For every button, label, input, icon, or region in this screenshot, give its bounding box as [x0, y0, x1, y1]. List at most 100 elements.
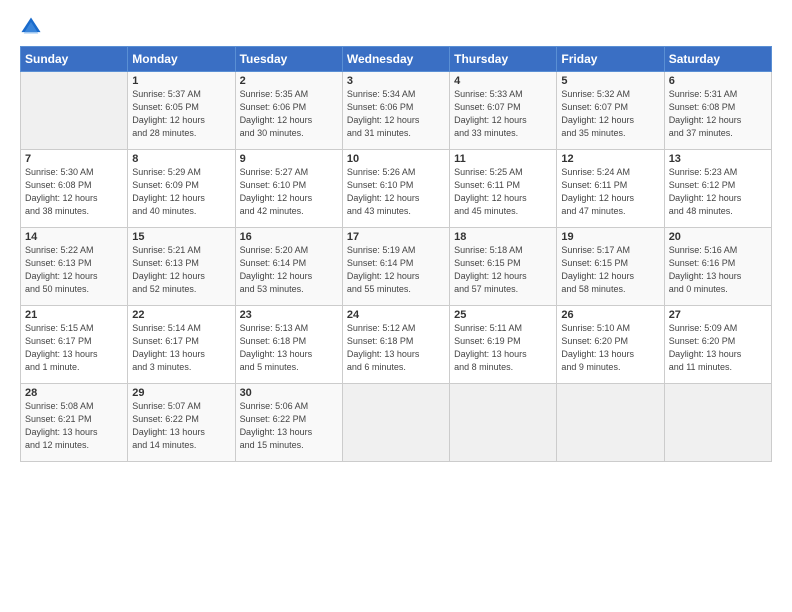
calendar-cell: 12Sunrise: 5:24 AM Sunset: 6:11 PM Dayli… — [557, 150, 664, 228]
day-number: 16 — [240, 231, 338, 243]
day-number: 8 — [132, 153, 230, 165]
calendar-cell: 25Sunrise: 5:11 AM Sunset: 6:19 PM Dayli… — [450, 306, 557, 384]
calendar-cell: 7Sunrise: 5:30 AM Sunset: 6:08 PM Daylig… — [21, 150, 128, 228]
cell-info: Sunrise: 5:24 AM Sunset: 6:11 PM Dayligh… — [561, 166, 659, 218]
cell-info: Sunrise: 5:08 AM Sunset: 6:21 PM Dayligh… — [25, 400, 123, 452]
day-number: 30 — [240, 387, 338, 399]
calendar-cell: 10Sunrise: 5:26 AM Sunset: 6:10 PM Dayli… — [342, 150, 449, 228]
calendar-cell — [450, 384, 557, 462]
calendar-cell: 9Sunrise: 5:27 AM Sunset: 6:10 PM Daylig… — [235, 150, 342, 228]
day-number: 24 — [347, 309, 445, 321]
cell-info: Sunrise: 5:31 AM Sunset: 6:08 PM Dayligh… — [669, 88, 767, 140]
day-number: 2 — [240, 75, 338, 87]
header-day: Tuesday — [235, 47, 342, 72]
day-number: 25 — [454, 309, 552, 321]
calendar-cell: 3Sunrise: 5:34 AM Sunset: 6:06 PM Daylig… — [342, 72, 449, 150]
cell-info: Sunrise: 5:06 AM Sunset: 6:22 PM Dayligh… — [240, 400, 338, 452]
header-day: Wednesday — [342, 47, 449, 72]
header-day: Friday — [557, 47, 664, 72]
cell-info: Sunrise: 5:17 AM Sunset: 6:15 PM Dayligh… — [561, 244, 659, 296]
calendar-cell: 30Sunrise: 5:06 AM Sunset: 6:22 PM Dayli… — [235, 384, 342, 462]
calendar-cell — [21, 72, 128, 150]
cell-info: Sunrise: 5:19 AM Sunset: 6:14 PM Dayligh… — [347, 244, 445, 296]
day-number: 28 — [25, 387, 123, 399]
cell-info: Sunrise: 5:11 AM Sunset: 6:19 PM Dayligh… — [454, 322, 552, 374]
cell-info: Sunrise: 5:32 AM Sunset: 6:07 PM Dayligh… — [561, 88, 659, 140]
day-number: 21 — [25, 309, 123, 321]
calendar-cell: 5Sunrise: 5:32 AM Sunset: 6:07 PM Daylig… — [557, 72, 664, 150]
calendar-cell: 18Sunrise: 5:18 AM Sunset: 6:15 PM Dayli… — [450, 228, 557, 306]
cell-info: Sunrise: 5:35 AM Sunset: 6:06 PM Dayligh… — [240, 88, 338, 140]
calendar-cell — [557, 384, 664, 462]
day-number: 12 — [561, 153, 659, 165]
day-number: 26 — [561, 309, 659, 321]
calendar-cell: 27Sunrise: 5:09 AM Sunset: 6:20 PM Dayli… — [664, 306, 771, 384]
cell-info: Sunrise: 5:09 AM Sunset: 6:20 PM Dayligh… — [669, 322, 767, 374]
cell-info: Sunrise: 5:16 AM Sunset: 6:16 PM Dayligh… — [669, 244, 767, 296]
cell-info: Sunrise: 5:33 AM Sunset: 6:07 PM Dayligh… — [454, 88, 552, 140]
day-number: 5 — [561, 75, 659, 87]
day-number: 18 — [454, 231, 552, 243]
day-number: 11 — [454, 153, 552, 165]
calendar-cell: 13Sunrise: 5:23 AM Sunset: 6:12 PM Dayli… — [664, 150, 771, 228]
calendar-table: SundayMondayTuesdayWednesdayThursdayFrid… — [20, 46, 772, 462]
header-day: Thursday — [450, 47, 557, 72]
day-number: 19 — [561, 231, 659, 243]
day-number: 3 — [347, 75, 445, 87]
cell-info: Sunrise: 5:27 AM Sunset: 6:10 PM Dayligh… — [240, 166, 338, 218]
header-row: SundayMondayTuesdayWednesdayThursdayFrid… — [21, 47, 772, 72]
day-number: 15 — [132, 231, 230, 243]
cell-info: Sunrise: 5:10 AM Sunset: 6:20 PM Dayligh… — [561, 322, 659, 374]
calendar-cell: 4Sunrise: 5:33 AM Sunset: 6:07 PM Daylig… — [450, 72, 557, 150]
cell-info: Sunrise: 5:20 AM Sunset: 6:14 PM Dayligh… — [240, 244, 338, 296]
day-number: 27 — [669, 309, 767, 321]
header-day: Monday — [128, 47, 235, 72]
calendar-cell: 15Sunrise: 5:21 AM Sunset: 6:13 PM Dayli… — [128, 228, 235, 306]
cell-info: Sunrise: 5:13 AM Sunset: 6:18 PM Dayligh… — [240, 322, 338, 374]
calendar-cell: 16Sunrise: 5:20 AM Sunset: 6:14 PM Dayli… — [235, 228, 342, 306]
cell-info: Sunrise: 5:15 AM Sunset: 6:17 PM Dayligh… — [25, 322, 123, 374]
calendar-cell: 14Sunrise: 5:22 AM Sunset: 6:13 PM Dayli… — [21, 228, 128, 306]
cell-info: Sunrise: 5:14 AM Sunset: 6:17 PM Dayligh… — [132, 322, 230, 374]
header-day: Sunday — [21, 47, 128, 72]
calendar-cell: 24Sunrise: 5:12 AM Sunset: 6:18 PM Dayli… — [342, 306, 449, 384]
calendar-cell — [664, 384, 771, 462]
day-number: 22 — [132, 309, 230, 321]
calendar-cell: 23Sunrise: 5:13 AM Sunset: 6:18 PM Dayli… — [235, 306, 342, 384]
calendar-week: 1Sunrise: 5:37 AM Sunset: 6:05 PM Daylig… — [21, 72, 772, 150]
day-number: 7 — [25, 153, 123, 165]
cell-info: Sunrise: 5:22 AM Sunset: 6:13 PM Dayligh… — [25, 244, 123, 296]
calendar-cell: 1Sunrise: 5:37 AM Sunset: 6:05 PM Daylig… — [128, 72, 235, 150]
calendar-cell: 19Sunrise: 5:17 AM Sunset: 6:15 PM Dayli… — [557, 228, 664, 306]
calendar-cell: 2Sunrise: 5:35 AM Sunset: 6:06 PM Daylig… — [235, 72, 342, 150]
day-number: 20 — [669, 231, 767, 243]
logo-icon — [20, 16, 42, 38]
calendar-cell: 21Sunrise: 5:15 AM Sunset: 6:17 PM Dayli… — [21, 306, 128, 384]
day-number: 13 — [669, 153, 767, 165]
cell-info: Sunrise: 5:29 AM Sunset: 6:09 PM Dayligh… — [132, 166, 230, 218]
cell-info: Sunrise: 5:21 AM Sunset: 6:13 PM Dayligh… — [132, 244, 230, 296]
calendar-week: 28Sunrise: 5:08 AM Sunset: 6:21 PM Dayli… — [21, 384, 772, 462]
calendar-cell — [342, 384, 449, 462]
calendar-cell: 29Sunrise: 5:07 AM Sunset: 6:22 PM Dayli… — [128, 384, 235, 462]
header-day: Saturday — [664, 47, 771, 72]
calendar-week: 14Sunrise: 5:22 AM Sunset: 6:13 PM Dayli… — [21, 228, 772, 306]
cell-info: Sunrise: 5:18 AM Sunset: 6:15 PM Dayligh… — [454, 244, 552, 296]
calendar-cell: 28Sunrise: 5:08 AM Sunset: 6:21 PM Dayli… — [21, 384, 128, 462]
day-number: 6 — [669, 75, 767, 87]
calendar-cell: 22Sunrise: 5:14 AM Sunset: 6:17 PM Dayli… — [128, 306, 235, 384]
calendar-cell: 17Sunrise: 5:19 AM Sunset: 6:14 PM Dayli… — [342, 228, 449, 306]
day-number: 29 — [132, 387, 230, 399]
day-number: 23 — [240, 309, 338, 321]
day-number: 9 — [240, 153, 338, 165]
day-number: 10 — [347, 153, 445, 165]
cell-info: Sunrise: 5:26 AM Sunset: 6:10 PM Dayligh… — [347, 166, 445, 218]
calendar-week: 21Sunrise: 5:15 AM Sunset: 6:17 PM Dayli… — [21, 306, 772, 384]
calendar-cell: 26Sunrise: 5:10 AM Sunset: 6:20 PM Dayli… — [557, 306, 664, 384]
calendar-cell: 11Sunrise: 5:25 AM Sunset: 6:11 PM Dayli… — [450, 150, 557, 228]
cell-info: Sunrise: 5:07 AM Sunset: 6:22 PM Dayligh… — [132, 400, 230, 452]
cell-info: Sunrise: 5:12 AM Sunset: 6:18 PM Dayligh… — [347, 322, 445, 374]
calendar-cell: 8Sunrise: 5:29 AM Sunset: 6:09 PM Daylig… — [128, 150, 235, 228]
calendar-cell: 20Sunrise: 5:16 AM Sunset: 6:16 PM Dayli… — [664, 228, 771, 306]
cell-info: Sunrise: 5:25 AM Sunset: 6:11 PM Dayligh… — [454, 166, 552, 218]
